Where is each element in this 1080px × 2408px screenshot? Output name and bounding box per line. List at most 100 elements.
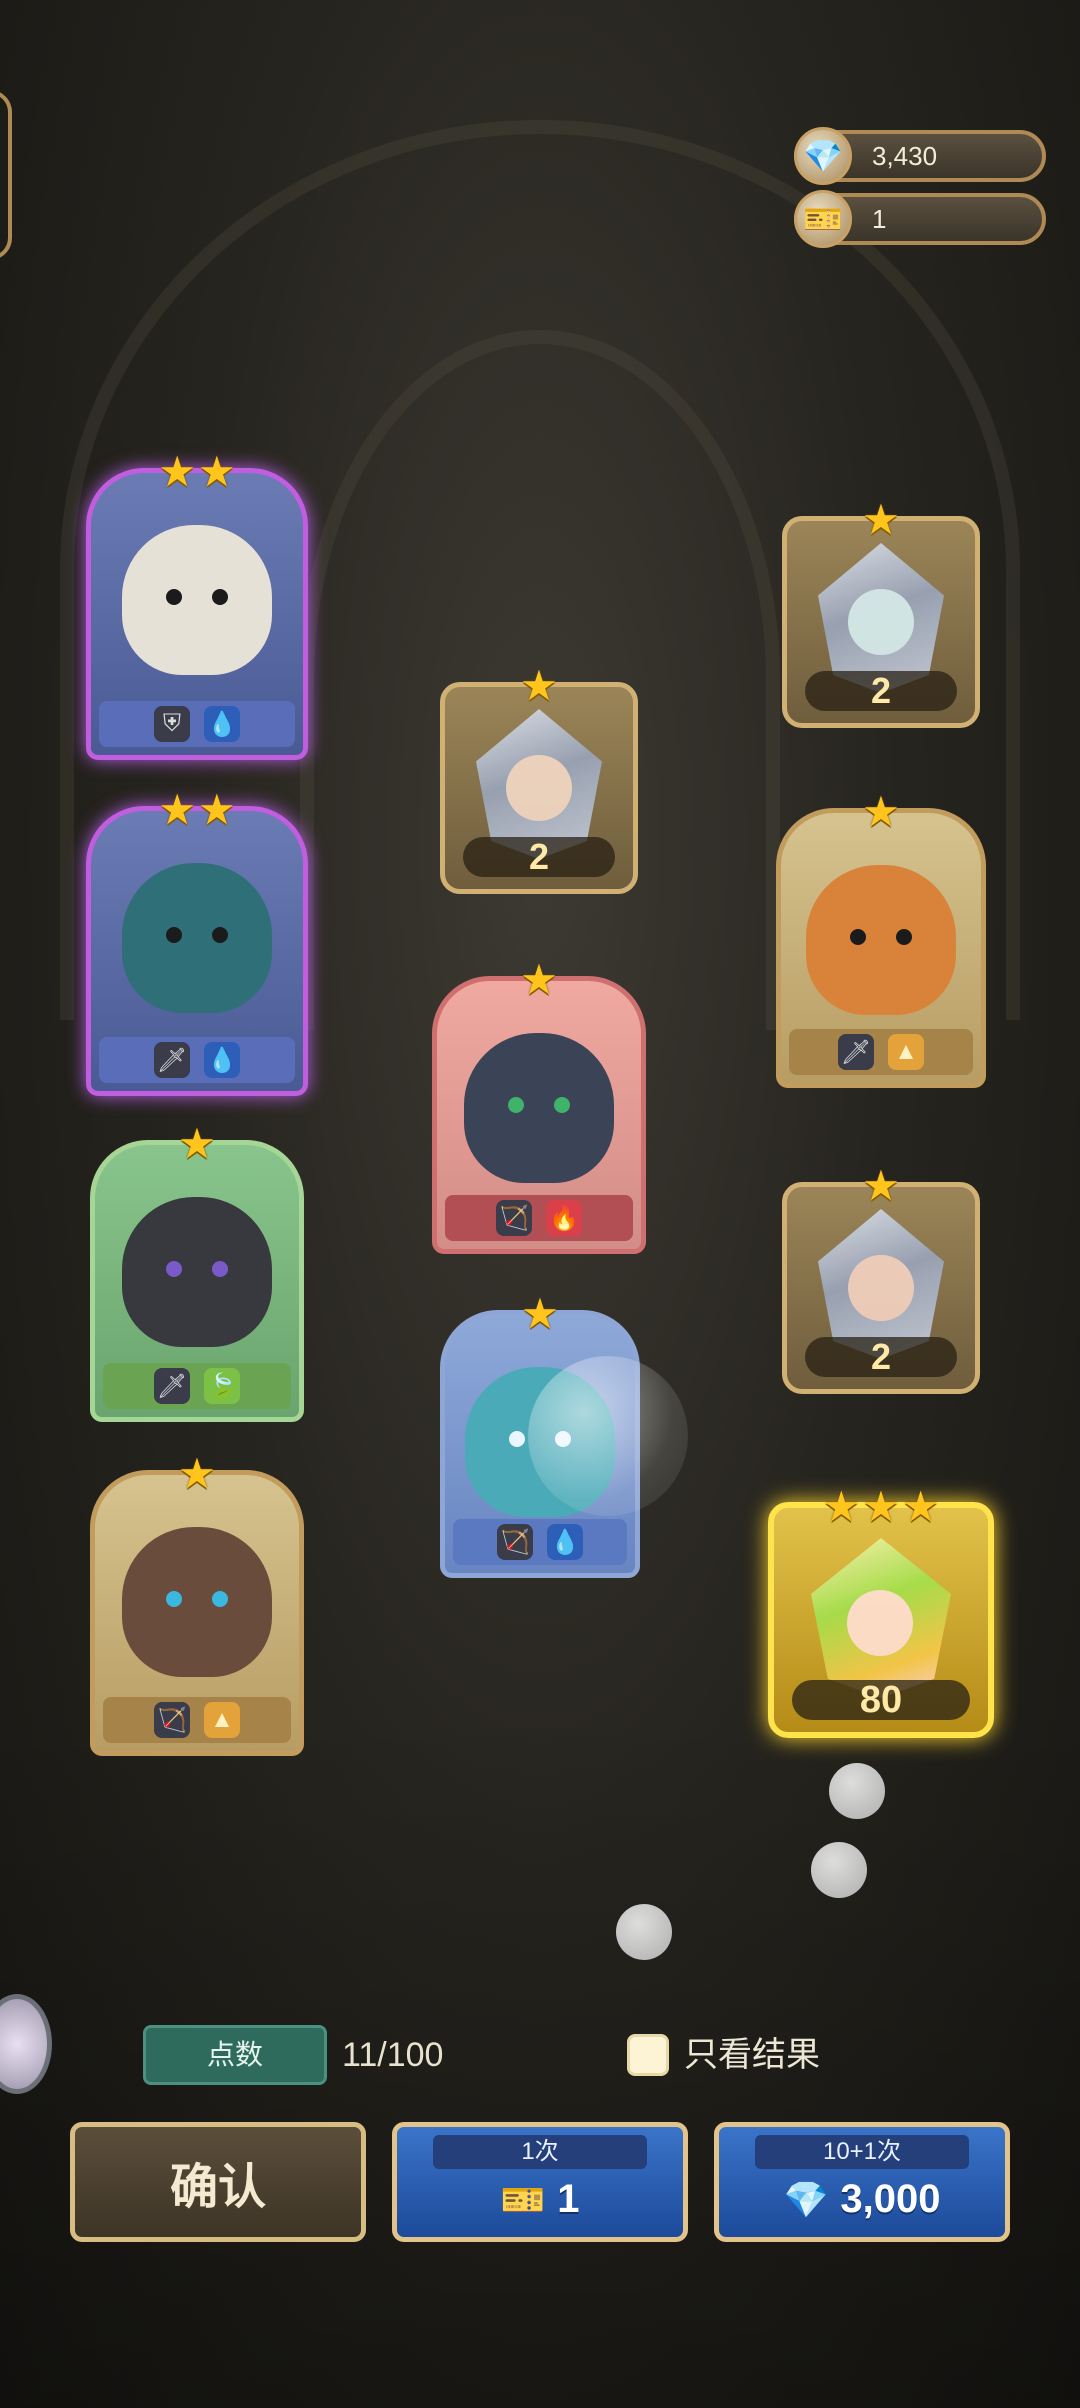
crystal-card-legendary[interactable]: ★ ★ ★ 80 <box>768 1486 994 1738</box>
star-icon: ★ <box>198 786 236 833</box>
multi-draw-button[interactable]: 10+1次 💎 3,000 <box>714 2122 1010 2242</box>
star-icon: ★ <box>178 1120 216 1167</box>
crystal-card-1[interactable]: ★ 2 <box>440 665 638 894</box>
crystal-card-3[interactable]: ★ 2 <box>782 1165 980 1394</box>
star-icon: ★ <box>178 1450 216 1497</box>
star-icon: ★ <box>862 788 900 835</box>
hero-stars: ★ <box>178 1123 216 1165</box>
hero-element-bar: 🏹 ▲ <box>103 1697 291 1743</box>
ticket-icon: 🎫 <box>794 190 852 248</box>
gem-icon: 💎 <box>794 127 852 185</box>
single-draw-label: 1次 <box>433 2135 647 2169</box>
hero-stars: ★ ★ <box>158 789 235 831</box>
crystal-hero-face <box>506 755 572 821</box>
crystal-hero-face <box>848 589 914 655</box>
star-icon: ★ <box>822 1483 861 1530</box>
hero-stars: ★ ★ <box>158 451 235 493</box>
gem-count: 3,430 <box>872 140 938 171</box>
hero-stars: ★ <box>521 1293 559 1335</box>
water-icon: 💧 <box>547 1524 583 1560</box>
eye <box>850 929 866 945</box>
star-icon: ★ <box>158 448 196 495</box>
single-draw-cost-value: 1 <box>557 2177 580 2221</box>
side-tab[interactable] <box>0 90 12 260</box>
bubble-effect <box>528 1356 688 1516</box>
star-icon: ★ <box>198 448 236 495</box>
eye <box>212 927 228 943</box>
shield-icon: ⛨ <box>154 706 190 742</box>
star-icon: ★ <box>862 1162 900 1209</box>
eye <box>166 589 182 605</box>
multi-draw-label: 10+1次 <box>755 2135 969 2169</box>
bow-icon: 🏹 <box>154 1702 190 1738</box>
star-icon: ★ <box>520 662 558 709</box>
hero-element-bar: 🗡 ▲ <box>789 1029 973 1075</box>
sword-icon: 🗡 <box>154 1042 190 1078</box>
earth-icon: ▲ <box>888 1034 924 1070</box>
eye <box>212 1591 228 1607</box>
hero-card-cat-ninja[interactable]: ★ 🗡 🍃 <box>90 1123 304 1422</box>
eye <box>166 1261 182 1277</box>
hero-stars: ★ <box>178 1453 216 1495</box>
points-label: 点数 <box>143 2025 327 2085</box>
crystal-count: 2 <box>805 671 957 711</box>
hero-card-tiger[interactable]: ★ 🗡 ▲ <box>776 791 986 1088</box>
gem-icon: 💎 <box>783 2178 829 2220</box>
confirm-button[interactable]: 确认 <box>70 2122 366 2242</box>
crystal-stars: ★ ★ ★ <box>823 1486 940 1528</box>
light-orb <box>829 1763 885 1819</box>
crystal-count: 2 <box>463 837 615 877</box>
star-icon: ★ <box>901 1483 940 1530</box>
star-icon: ★ <box>862 1483 900 1530</box>
hero-element-bar: 🏹 💧 <box>453 1519 627 1565</box>
eye <box>508 1097 524 1113</box>
hero-stars: ★ <box>862 791 900 833</box>
crystal-gem <box>811 1538 951 1698</box>
hero-element-bar: 🗡 🍃 <box>103 1363 291 1409</box>
star-icon: ★ <box>520 956 558 1003</box>
single-draw-button[interactable]: 1次 🎫 1 <box>392 2122 688 2242</box>
crystal-count: 2 <box>805 1337 957 1377</box>
crystal-stars: ★ <box>520 665 558 707</box>
water-icon: 💧 <box>204 1042 240 1078</box>
leaf-icon: 🍃 <box>204 1368 240 1404</box>
eye <box>554 1097 570 1113</box>
points-value: 11/100 <box>342 2036 444 2074</box>
sword-icon: 🗡 <box>838 1034 874 1070</box>
hero-element-bar: 🗡 💧 <box>99 1037 295 1083</box>
light-orb <box>811 1842 867 1898</box>
eye <box>509 1431 525 1447</box>
result-only-label[interactable]: 只看结果 <box>684 2030 820 2080</box>
star-icon: ★ <box>158 786 196 833</box>
eye <box>896 929 912 945</box>
water-icon: 💧 <box>204 706 240 742</box>
hero-card-sea-king[interactable]: ★ ★ 🗡 💧 <box>86 789 308 1096</box>
ticket-counter: 🎫 1 <box>794 190 1046 248</box>
hero-element-bar: 🏹 🔥 <box>445 1195 633 1241</box>
hero-card-musketeer[interactable]: ★ 🏹 ▲ <box>90 1453 304 1756</box>
hero-element-bar: ⛨ 💧 <box>99 701 295 747</box>
crystal-stars: ★ <box>862 1165 900 1207</box>
star-icon: ★ <box>862 496 900 543</box>
bow-icon: 🏹 <box>497 1524 533 1560</box>
result-only-checkbox[interactable] <box>627 2034 669 2076</box>
crystal-stars: ★ <box>862 499 900 541</box>
bow-icon: 🏹 <box>496 1200 532 1236</box>
fire-icon: 🔥 <box>546 1200 582 1236</box>
eye <box>212 589 228 605</box>
eye <box>166 927 182 943</box>
multi-draw-cost-value: 3,000 <box>840 2177 941 2221</box>
eye <box>166 1591 182 1607</box>
single-draw-cost: 🎫 1 <box>397 2177 683 2222</box>
hero-card-goggles-girl[interactable]: ★ 🏹 🔥 <box>432 959 646 1254</box>
earth-icon: ▲ <box>204 1702 240 1738</box>
light-orb <box>616 1904 672 1960</box>
ticket-count: 1 <box>872 203 887 234</box>
gem-counter: 💎 3,430 <box>794 127 1046 185</box>
star-icon: ★ <box>521 1290 559 1337</box>
ticket-icon: 🎫 <box>500 2178 546 2220</box>
crystal-hero-face <box>847 1590 913 1656</box>
hero-card-polar-bear[interactable]: ★ ★ ⛨ 💧 <box>86 451 308 760</box>
crystal-count: 80 <box>792 1680 970 1720</box>
crystal-card-2[interactable]: ★ 2 <box>782 499 980 728</box>
